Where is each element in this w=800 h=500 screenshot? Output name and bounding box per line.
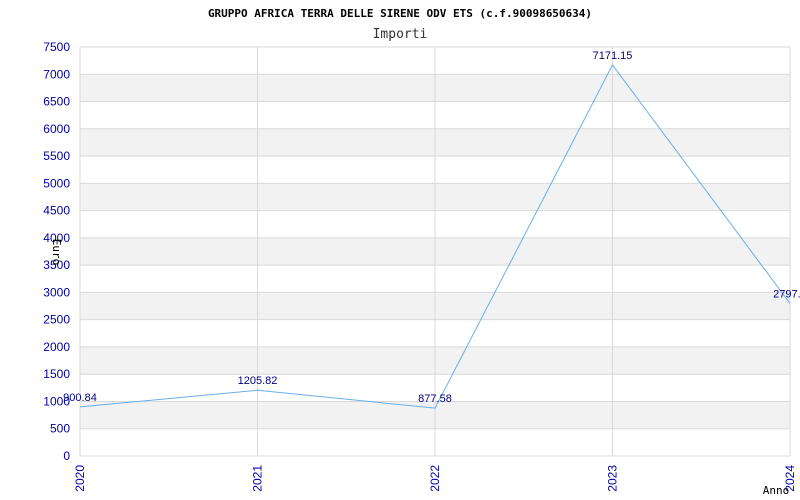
data-label: 7171.15 <box>593 50 633 62</box>
chart-title: GRUPPO AFRICA TERRA DELLE SIRENE ODV ETS… <box>208 7 592 20</box>
x-tick-label: 2023 <box>606 465 620 492</box>
y-tick-label: 2500 <box>43 313 70 327</box>
data-label: 877.58 <box>418 393 452 405</box>
x-tick-label: 2022 <box>428 465 442 492</box>
y-tick-label: 500 <box>50 422 70 436</box>
data-label: 2797.8 <box>773 288 800 300</box>
data-label: 900.84 <box>63 392 97 404</box>
y-tick-label: 4500 <box>43 204 70 218</box>
data-label: 1205.82 <box>238 375 278 387</box>
chart-subtitle: Importi <box>373 27 428 42</box>
y-tick-label: 5000 <box>43 176 70 190</box>
x-axis-label: Anno <box>763 484 790 497</box>
y-axis-label: Euro <box>50 239 63 266</box>
y-tick-label: 7000 <box>43 67 70 81</box>
line-chart: GRUPPO AFRICA TERRA DELLE SIRENE ODV ETS… <box>43 7 800 497</box>
y-tick-label: 5500 <box>43 149 70 163</box>
y-tick-label: 0 <box>63 449 70 463</box>
chart-container: GRUPPO AFRICA TERRA DELLE SIRENE ODV ETS… <box>0 0 800 500</box>
x-tick-label: 2020 <box>73 465 87 492</box>
y-tick-label: 6500 <box>43 95 70 109</box>
y-tick-label: 7500 <box>43 40 70 54</box>
y-tick-label: 2000 <box>43 340 70 354</box>
x-tick-label: 2021 <box>251 465 265 492</box>
y-tick-label: 1500 <box>43 367 70 381</box>
y-tick-label: 3000 <box>43 285 70 299</box>
y-tick-label: 6000 <box>43 122 70 136</box>
